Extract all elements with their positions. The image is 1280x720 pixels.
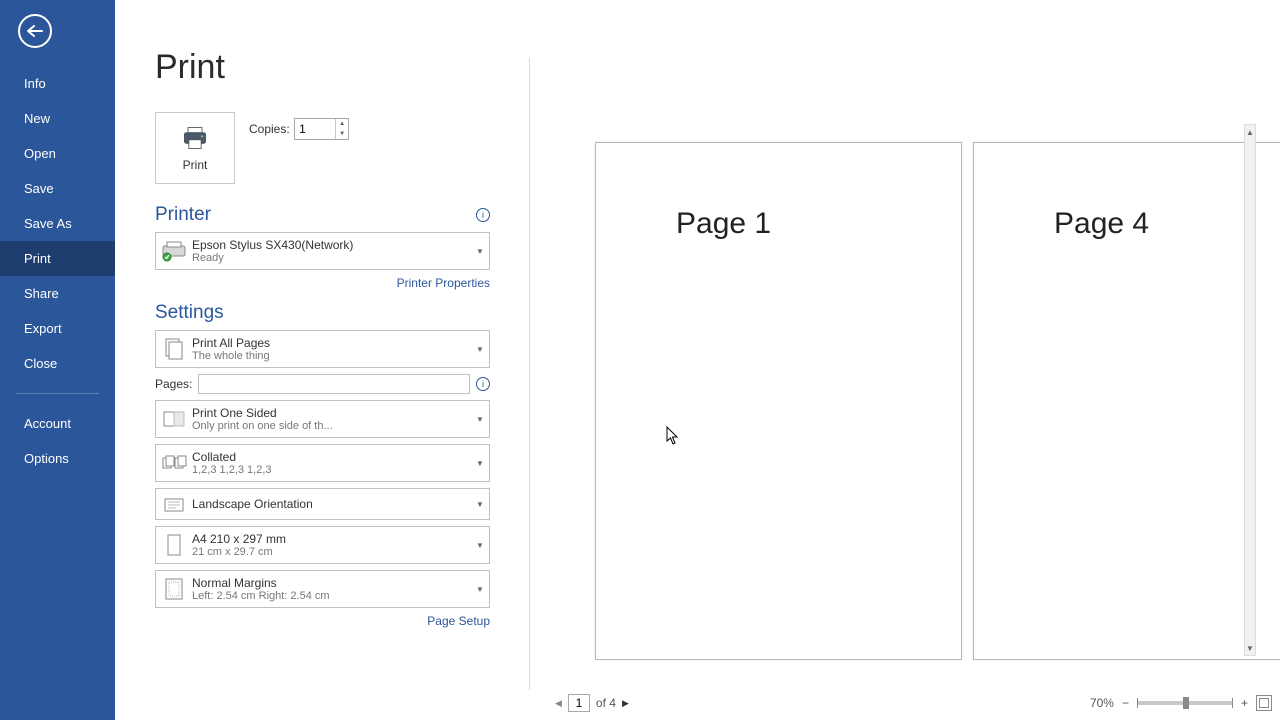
one-sided-icon <box>156 401 192 437</box>
pages-input[interactable] <box>198 374 470 394</box>
preview-page-right-label: Page 4 <box>1054 207 1149 241</box>
zoom-slider[interactable] <box>1137 701 1233 705</box>
page-count-label: of 4 <box>596 696 616 710</box>
page-setup-link[interactable]: Page Setup <box>427 614 490 628</box>
orientation-selector[interactable]: Landscape Orientation ▼ <box>155 488 490 520</box>
print-range-selector[interactable]: Print All Pages The whole thing ▼ <box>155 330 490 368</box>
next-page-button[interactable]: ▶ <box>622 698 629 709</box>
landscape-icon <box>156 489 192 519</box>
chevron-down-icon: ▼ <box>471 247 489 256</box>
back-button[interactable] <box>18 14 52 48</box>
copies-input[interactable] <box>295 120 335 138</box>
nav-share[interactable]: Share <box>0 276 115 311</box>
nav-options[interactable]: Options <box>0 441 115 476</box>
print-button[interactable]: Print <box>155 112 235 184</box>
nav-export[interactable]: Export <box>0 311 115 346</box>
zoom-in-button[interactable]: + <box>1241 696 1248 710</box>
paper-icon <box>156 527 192 563</box>
chevron-down-icon: ▼ <box>471 415 489 424</box>
vertical-divider <box>529 58 530 690</box>
preview-page-right: Page 4 <box>973 142 1280 660</box>
paper-size-selector[interactable]: A4 210 x 297 mm 21 cm x 29.7 cm ▼ <box>155 526 490 564</box>
chevron-down-icon: ▼ <box>471 459 489 468</box>
print-button-label: Print <box>183 158 208 172</box>
chevron-down-icon: ▼ <box>471 541 489 550</box>
zoom-out-button[interactable]: − <box>1122 696 1129 710</box>
nav-open[interactable]: Open <box>0 136 115 171</box>
collated-icon <box>156 445 192 481</box>
printer-selector[interactable]: Epson Stylus SX430(Network) Ready ▼ <box>155 232 490 270</box>
backstage-nav: Info New Open Save Save As Print Share E… <box>0 0 115 720</box>
chevron-down-icon: ▼ <box>471 585 489 594</box>
nav-account[interactable]: Account <box>0 406 115 441</box>
nav-close[interactable]: Close <box>0 346 115 381</box>
printer-icon <box>181 124 209 152</box>
pages-label: Pages: <box>155 377 192 391</box>
prev-page-button[interactable]: ◀ <box>555 698 562 709</box>
collate-selector[interactable]: Collated 1,2,3 1,2,3 1,2,3 ▼ <box>155 444 490 482</box>
print-preview: Page 1 Page 4 ▲ ▼ <box>555 118 1256 690</box>
nav-info[interactable]: Info <box>0 66 115 101</box>
current-page-input[interactable] <box>568 694 590 712</box>
copies-spinner[interactable]: ▲▼ <box>294 118 349 140</box>
nav-print[interactable]: Print <box>0 241 115 276</box>
printer-device-icon <box>156 233 192 269</box>
nav-save[interactable]: Save <box>0 171 115 206</box>
preview-page-left-label: Page 1 <box>676 207 771 241</box>
nav-separator <box>16 393 99 394</box>
cursor-icon <box>666 426 680 446</box>
scroll-up-icon[interactable]: ▲ <box>1245 125 1255 139</box>
info-icon[interactable]: i <box>476 377 490 391</box>
preview-footer: ◀ of 4 ▶ 70% − + <box>555 692 1272 714</box>
page-title: Print <box>155 48 1280 87</box>
sided-selector[interactable]: Print One Sided Only print on one side o… <box>155 400 490 438</box>
fit-to-window-button[interactable] <box>1256 695 1272 711</box>
preview-page-left: Page 1 <box>595 142 962 660</box>
nav-save-as[interactable]: Save As <box>0 206 115 241</box>
printer-heading: Printer <box>155 204 211 226</box>
printer-status: Ready <box>192 252 471 264</box>
chevron-down-icon: ▼ <box>471 500 489 509</box>
arrow-left-icon <box>26 24 44 38</box>
printer-name: Epson Stylus SX430(Network) <box>192 238 471 252</box>
copies-label: Copies: <box>249 122 290 136</box>
spinner-up-icon[interactable]: ▲ <box>336 119 348 129</box>
print-controls: Print Copies: ▲▼ Printer i <box>155 112 490 630</box>
spinner-down-icon[interactable]: ▼ <box>336 129 348 139</box>
nav-new[interactable]: New <box>0 101 115 136</box>
info-icon[interactable]: i <box>476 208 490 222</box>
chevron-down-icon: ▼ <box>471 345 489 354</box>
scroll-down-icon[interactable]: ▼ <box>1245 641 1255 655</box>
preview-scrollbar[interactable]: ▲ ▼ <box>1244 124 1256 656</box>
margins-icon <box>156 571 192 607</box>
pages-icon <box>156 331 192 367</box>
settings-heading: Settings <box>155 302 224 324</box>
backstage-main: Print Print Copies: ▲▼ Printe <box>115 0 1280 720</box>
margins-selector[interactable]: Normal Margins Left: 2.54 cm Right: 2.54… <box>155 570 490 608</box>
printer-properties-link[interactable]: Printer Properties <box>397 276 490 290</box>
zoom-level: 70% <box>1090 696 1114 710</box>
